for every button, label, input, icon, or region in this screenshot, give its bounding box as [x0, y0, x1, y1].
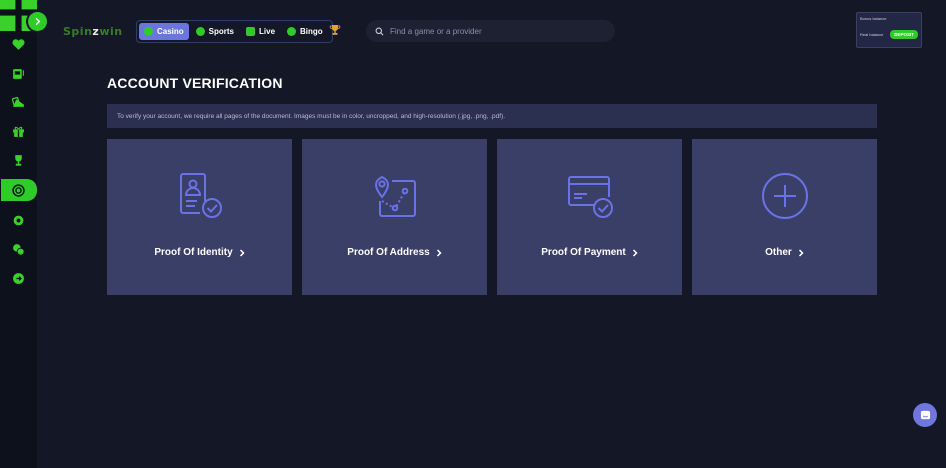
deposit-button[interactable]: DEPOSIT: [890, 30, 918, 39]
chevron-right-icon: [436, 248, 442, 257]
card-label: Proof Of Address: [347, 247, 442, 258]
tab-bingo[interactable]: Bingo: [282, 23, 328, 40]
card-label: Proof Of Payment: [541, 247, 638, 258]
chevron-right-icon: [798, 248, 804, 257]
balance-widget: Bonus balance Real balance DEPOSIT: [856, 12, 922, 48]
gift-icon: [13, 126, 24, 137]
plus-circle-icon: [761, 173, 808, 219]
card-proof-of-identity[interactable]: Proof Of Identity: [107, 139, 292, 295]
map-route-icon: [374, 175, 416, 217]
sidebar-item-promotions[interactable]: [0, 121, 37, 141]
live-cards-icon: [246, 27, 256, 36]
id-card-check-icon: [179, 173, 222, 218]
search-bar[interactable]: [366, 20, 615, 42]
settings-icon: [13, 215, 24, 225]
sidebar-item-settings[interactable]: [0, 210, 37, 230]
chat-icon: [920, 410, 930, 419]
football-icon: [195, 27, 205, 36]
logout-icon: [13, 272, 24, 284]
card-proof-of-address[interactable]: Proof Of Address: [302, 139, 487, 295]
tab-sports[interactable]: Sports: [191, 23, 239, 40]
chevron-right-icon: [239, 248, 245, 257]
sidebar-item-favorites[interactable]: [0, 34, 37, 54]
heart-icon: [12, 38, 25, 50]
search-icon: [375, 27, 384, 35]
chevron-right-icon: [35, 17, 41, 26]
notice-text: To verify your account, we require all p…: [117, 112, 506, 120]
casino-icon: [144, 27, 153, 36]
slot-machine-icon: [13, 68, 24, 79]
tab-casino[interactable]: Casino: [139, 23, 189, 40]
bingo-icon: [287, 27, 297, 36]
sidebar-expand-button[interactable]: [28, 12, 47, 31]
card-label: Other: [765, 247, 804, 258]
chat-bubbles-icon: [13, 243, 25, 256]
sidebar-item-tournaments[interactable]: [0, 150, 37, 170]
sidebar-item-account[interactable]: [0, 179, 37, 201]
chip-icon: [12, 183, 25, 197]
trophy-icon: [15, 154, 22, 166]
card-label: Proof Of Identity: [154, 247, 245, 258]
trophy-icon[interactable]: [329, 24, 341, 36]
page-title: ACCOUNT VERIFICATION: [107, 75, 283, 91]
sidebar-item-table-games[interactable]: [0, 92, 37, 112]
card-other[interactable]: Other: [692, 139, 877, 295]
real-balance-label: Real balance: [860, 32, 884, 37]
credit-card-check-icon: [567, 176, 613, 218]
tab-live[interactable]: Live: [241, 23, 280, 40]
search-input[interactable]: [390, 26, 600, 36]
sidebar-item-support[interactable]: [0, 239, 37, 259]
chevron-right-icon: [632, 248, 638, 257]
top-header: Spinzwin Casino Sports Live Bingo Bonus …: [37, 0, 946, 62]
sidebar-item-logout[interactable]: [0, 268, 37, 288]
sidebar: [0, 0, 37, 468]
card-proof-of-payment[interactable]: Proof Of Payment: [497, 139, 682, 295]
brand-logo[interactable]: Spinzwin: [63, 25, 123, 38]
verification-notice: To verify your account, we require all p…: [107, 104, 877, 128]
bonus-balance-label: Bonus balance: [860, 16, 887, 21]
cards-icon: [12, 96, 24, 107]
sidebar-item-slots[interactable]: [0, 63, 37, 83]
product-nav: Casino Sports Live Bingo: [136, 20, 333, 43]
live-chat-button[interactable]: [913, 403, 937, 427]
